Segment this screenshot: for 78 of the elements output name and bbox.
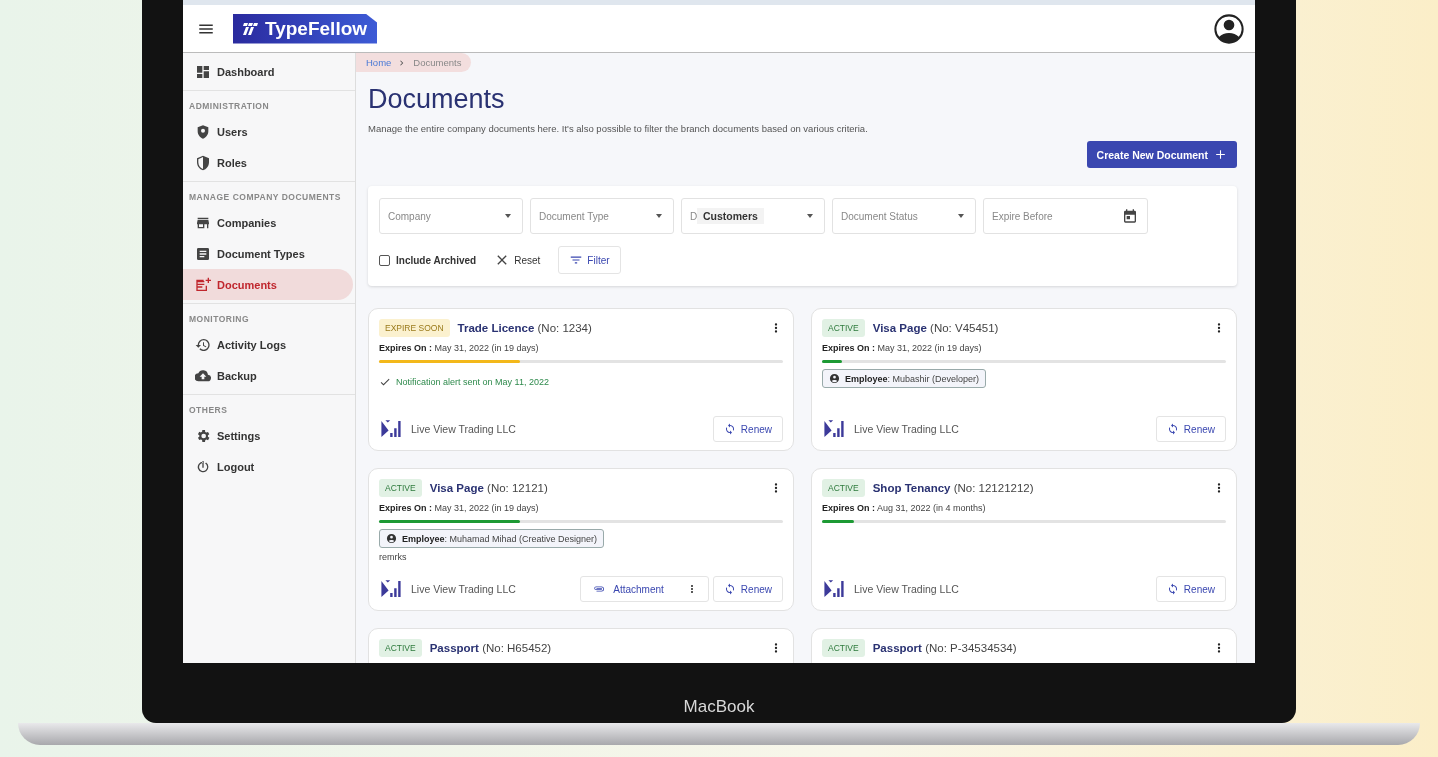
sidebar-item[interactable]: Logout	[183, 451, 353, 482]
tooltip: Customers	[697, 208, 764, 224]
company-name: Live View Trading LLC	[854, 583, 959, 595]
expiry-date: Expires On : May 31, 2022 (in 19 days)	[379, 503, 540, 513]
brand-logo[interactable]: TypeFellow	[233, 13, 378, 44]
date-field[interactable]: Expire Before	[983, 198, 1148, 234]
sidebar-item[interactable]: Activity Logs	[183, 329, 353, 360]
document-title[interactable]: Passport (No: P-34534534)	[872, 642, 1017, 654]
document-title[interactable]: Visa Page (No: 12121)	[429, 482, 548, 494]
sidebar-item[interactable]: Document Types	[183, 238, 353, 269]
employee-text: Employee: Muhamad Mihad (Creative Designer)	[402, 533, 598, 544]
status-badge: EXPIRE SOON	[379, 319, 450, 337]
create-document-button[interactable]: Create New Document	[1086, 141, 1237, 168]
calendar-icon	[1122, 208, 1138, 224]
refresh-icon	[723, 583, 736, 595]
company-name: Live View Trading LLC	[854, 423, 959, 435]
page-title: Documents	[368, 84, 506, 115]
remarks-text: remrks	[379, 552, 408, 562]
document-title[interactable]: Trade Licence (No: 1234)	[457, 322, 592, 334]
settings-icon	[195, 427, 211, 444]
expiry-date: Expires On : May 31, 2022 (in 19 days)	[822, 343, 983, 353]
person-icon	[829, 373, 840, 384]
renew-button[interactable]: Renew	[712, 416, 783, 442]
document-title[interactable]: Passport (No: H65452)	[429, 642, 552, 654]
status-badge: ACTIVE	[379, 639, 422, 657]
checkbox[interactable]	[379, 254, 390, 266]
expiry-date: Expires On : May 31, 2022 (in 19 days)	[379, 343, 540, 353]
include-archived-checkbox[interactable]: Include Archived	[379, 254, 477, 266]
person-icon	[386, 533, 397, 544]
brand-mark-icon	[241, 21, 259, 36]
refresh-icon	[1166, 583, 1179, 595]
sidebar-section-heading: OTHERS	[183, 394, 355, 420]
device-label: MacBook	[683, 697, 755, 717]
dashboard-icon	[195, 63, 211, 80]
document-icon	[195, 245, 211, 262]
page-description: Manage the entire company documents here. It's also possible to filter the branch documents based on various criteria.	[368, 123, 869, 134]
company-name: Live View Trading LLC	[411, 423, 516, 435]
status-badge: ACTIVE	[822, 479, 865, 497]
refresh-icon	[1166, 423, 1179, 435]
history-icon	[195, 336, 211, 353]
sidebar-item[interactable]: Users	[183, 116, 353, 147]
notification-text: Notification alert sent on May 11, 2022	[396, 377, 549, 387]
select-field[interactable]: Document Status	[832, 198, 976, 234]
company-name: Live View Trading LLC	[411, 583, 516, 595]
document-title[interactable]: Shop Tenancy (No: 12121212)	[872, 482, 1034, 494]
select-field[interactable]: Company	[379, 198, 523, 234]
sidebar-section-heading: ADMINISTRATION	[183, 90, 355, 116]
status-badge: ACTIVE	[822, 639, 865, 657]
breadcrumb-current: Documents	[413, 57, 462, 68]
status-badge: ACTIVE	[379, 479, 422, 497]
sidebar-item[interactable]: Settings	[183, 420, 353, 451]
sidebar-item[interactable]: Roles	[183, 147, 353, 178]
filter-button[interactable]: Filter	[558, 246, 621, 274]
reset-button[interactable]: Reset	[490, 248, 545, 272]
cloud-upload-icon	[195, 367, 211, 384]
sidebar-item[interactable]: Dashboard	[183, 56, 353, 87]
account-icon[interactable]	[1213, 12, 1245, 45]
attachment-button[interactable]: Attachment	[580, 576, 709, 602]
user-shield-icon	[195, 123, 211, 140]
refresh-icon	[723, 423, 736, 435]
select-field[interactable]: Document Type	[530, 198, 674, 234]
renew-button[interactable]: Renew	[712, 576, 783, 602]
checkmark-icon	[379, 376, 391, 388]
sidebar-section-heading: MANAGE COMPANY DOCUMENTS	[183, 181, 355, 207]
renew-button[interactable]: Renew	[1155, 576, 1226, 602]
status-badge: ACTIVE	[822, 319, 865, 337]
sidebar-item[interactable]: Companies	[183, 207, 353, 238]
sidebar-item[interactable]: Documents	[183, 269, 353, 300]
shield-icon	[195, 154, 211, 171]
plus-icon	[1214, 148, 1227, 161]
employee-text: Employee: Mubashir (Developer)	[845, 373, 980, 384]
sidebar-section-heading: MONITORING	[183, 303, 355, 329]
document-title[interactable]: Visa Page (No: V45451)	[872, 322, 999, 334]
renew-button[interactable]: Renew	[1155, 416, 1226, 442]
document-add-icon	[195, 276, 211, 293]
sidebar-item[interactable]: Backup	[183, 360, 353, 391]
expiry-date: Expires On : Aug 31, 2022 (in 4 months)	[822, 503, 987, 513]
power-icon	[195, 458, 211, 475]
